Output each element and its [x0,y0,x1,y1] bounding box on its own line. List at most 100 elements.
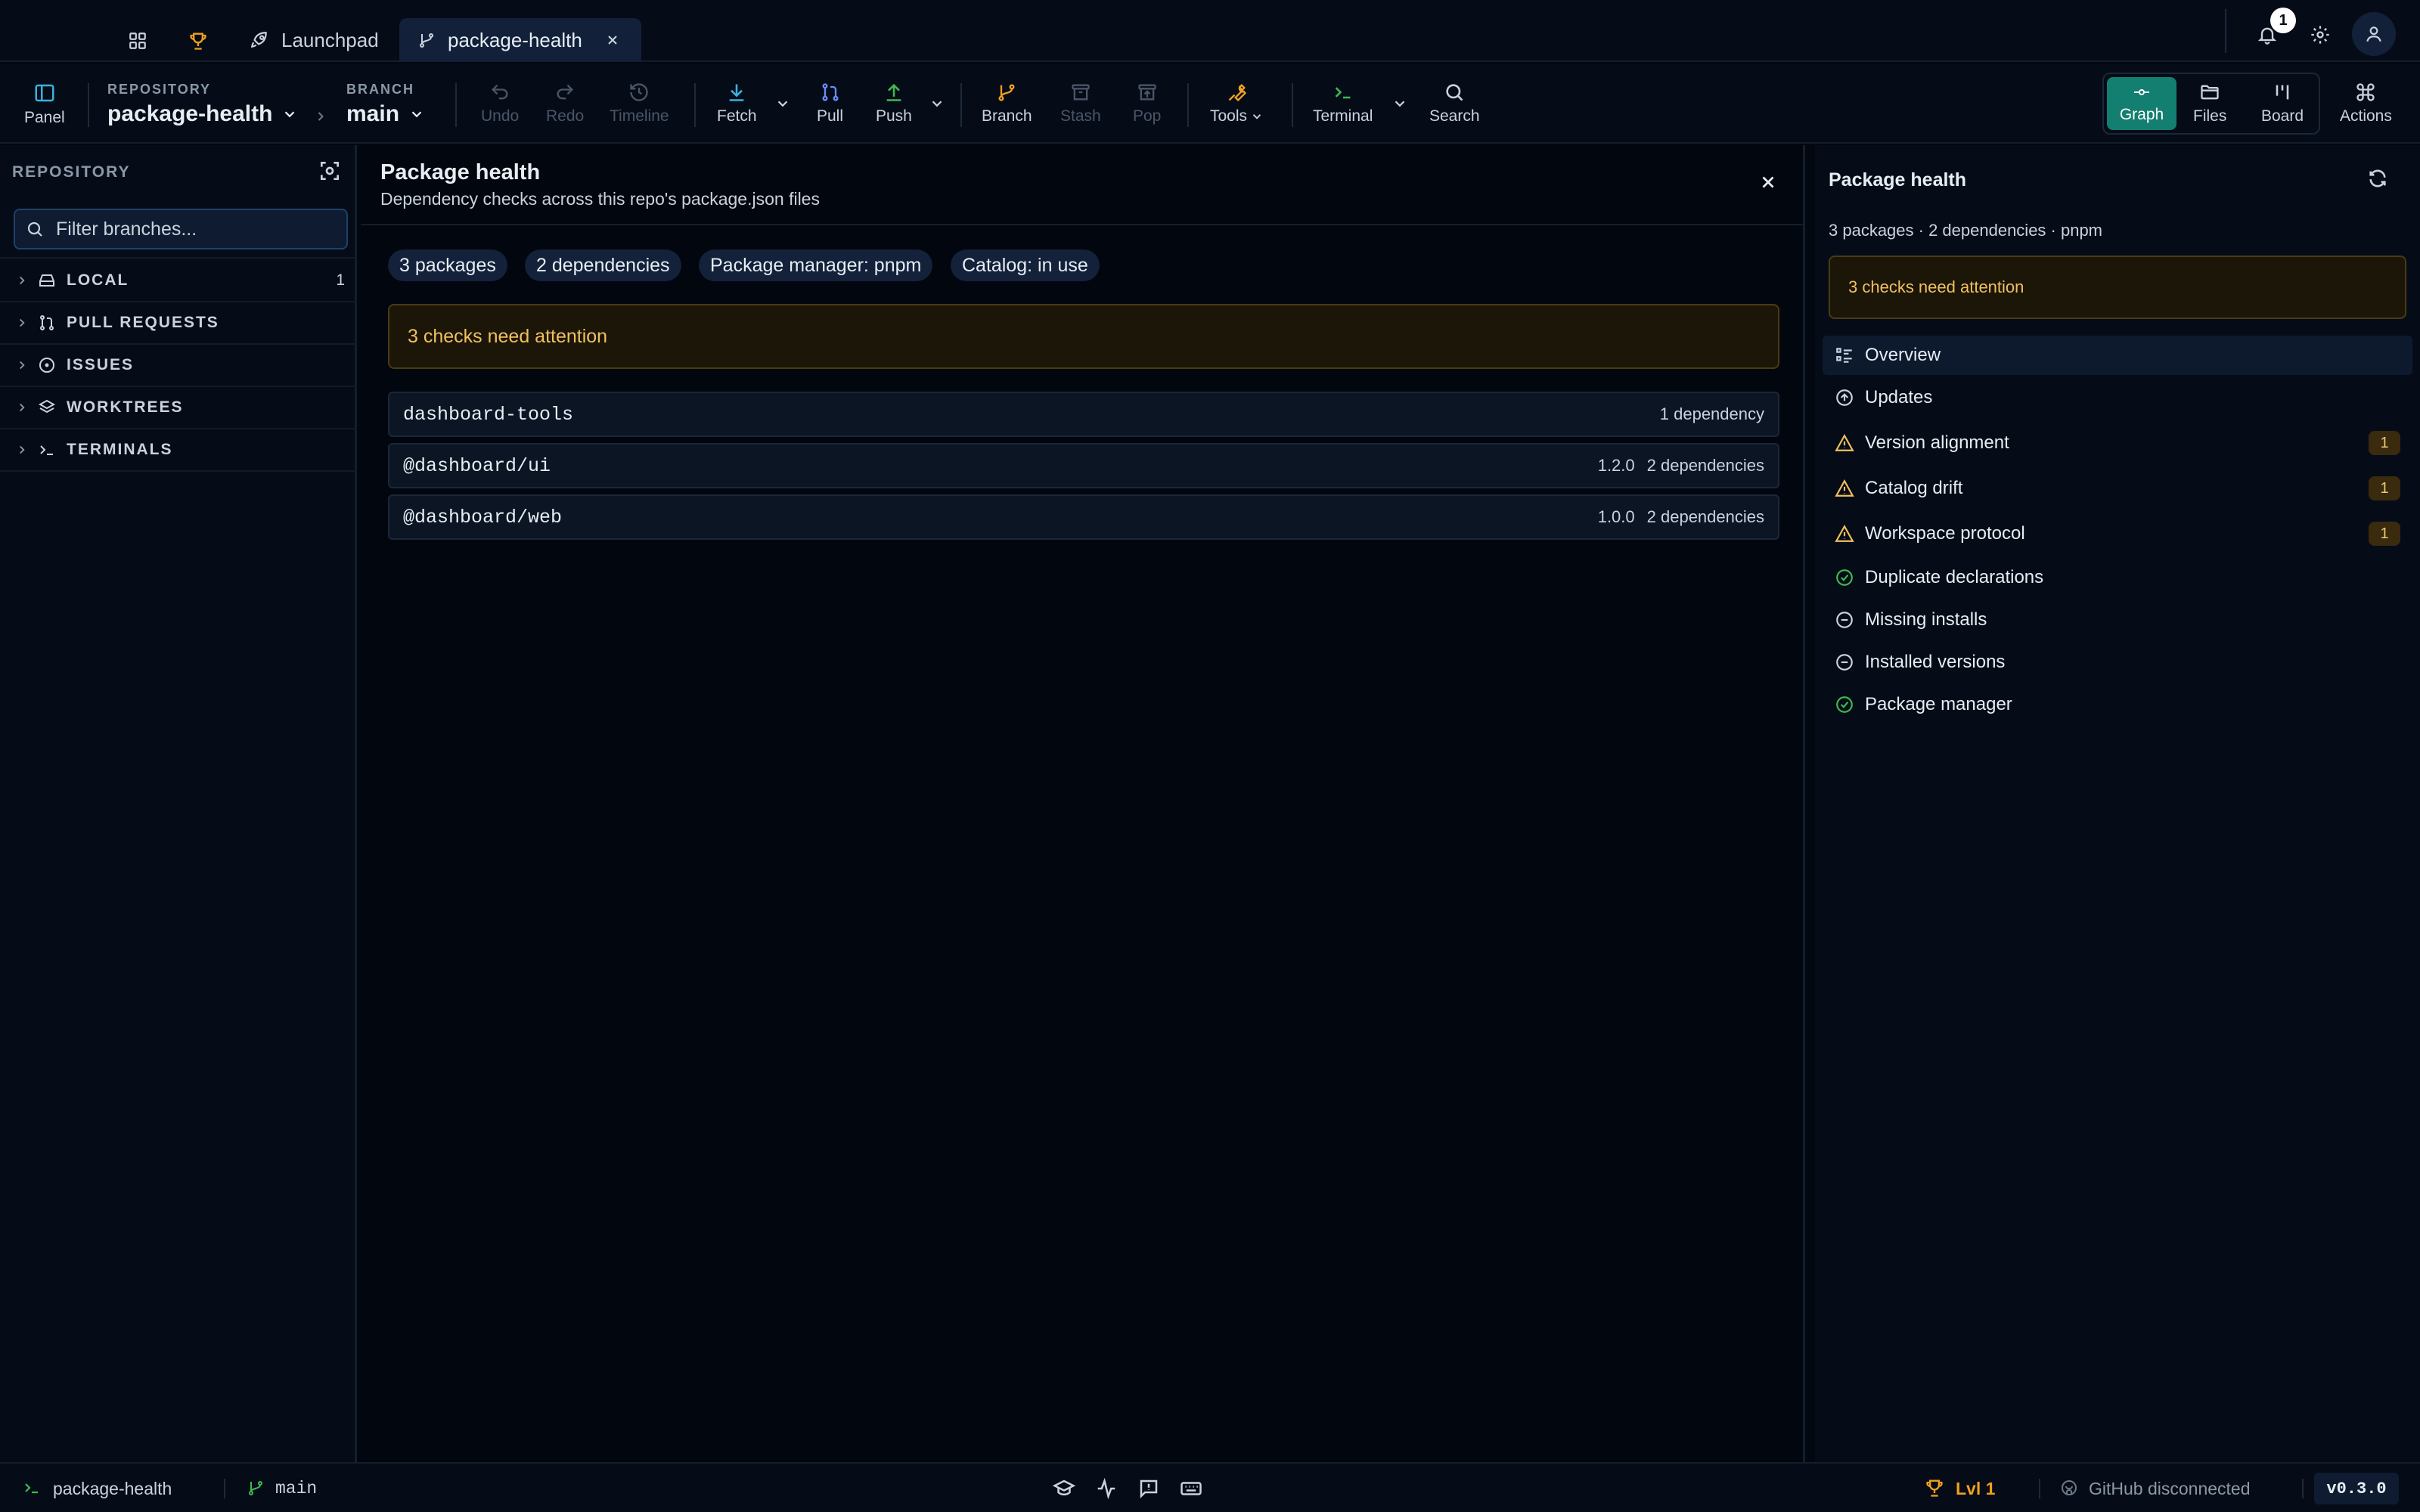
check-badge: 1 [2369,522,2400,546]
undo-icon [492,84,508,100]
timeline-button[interactable]: Timeline [610,82,669,125]
sidebar-item-pull-requests[interactable]: PULL REQUESTS [0,302,357,345]
bell-button[interactable]: 1 [2252,8,2296,50]
search-button[interactable]: Search [1429,82,1480,125]
sidebar-item-label: WORKTREES [67,398,184,416]
pull-button[interactable]: Pull [817,82,843,125]
sidebar-item-issues[interactable]: ISSUES [0,345,357,387]
feedback-icon[interactable] [1137,1477,1160,1500]
avatar[interactable] [2352,12,2396,56]
terminal-button[interactable]: Terminal [1313,82,1373,125]
check-label: Package manager [1865,694,2012,714]
header-divider [361,224,1805,225]
rocket-icon [250,32,267,48]
sidebar-item-count: 1 [336,271,345,289]
redo-button[interactable]: Redo [546,82,584,125]
push-button[interactable]: Push [876,82,912,125]
close-icon[interactable] [1758,172,1778,192]
sidebar-item-terminals[interactable]: TERMINALS [0,429,357,472]
package-version: 1.2.0 [1597,456,1635,475]
summary-chip: Catalog: in use [951,249,1100,281]
undo-button[interactable]: Undo [481,82,519,125]
pop-button[interactable]: Pop [1133,82,1161,125]
view-files-button[interactable]: Files [2193,82,2226,125]
tab-package-health[interactable]: package-health [399,18,641,62]
package-meta: 1 dependency [1648,404,1764,424]
right-panel: Package health 3 packages · 2 dependenci… [1815,145,2420,1462]
view-board-button[interactable]: Board [2261,82,2304,125]
toolbar-divider [1292,83,1293,127]
chevron-right-icon [20,403,25,412]
check-circle-icon [1836,569,1853,586]
package-row[interactable]: @dashboard/ui 1.2.0 2 dependencies [388,443,1779,488]
tools-button[interactable]: Tools [1210,82,1264,125]
trophy-icon [1926,1479,1943,1497]
toolbar: Panel REPOSITORY package-health BRANCH m… [0,64,2420,144]
close-icon[interactable] [605,33,620,48]
tab-launchpad[interactable]: Launchpad [231,18,397,62]
keyboard-icon[interactable] [1180,1477,1202,1500]
status-branch[interactable]: main [275,1479,317,1498]
warning-icon [1835,479,1854,497]
tab-label: Launchpad [281,28,379,51]
fetch-button[interactable]: Fetch [717,82,757,125]
package-meta: 1.2.0 2 dependencies [1598,456,1764,476]
chip-label: Catalog: in use [962,254,1088,276]
view-graph-button[interactable]: Graph [2107,77,2176,130]
refresh-icon[interactable] [2367,168,2388,189]
status-repo[interactable]: package-health [53,1479,172,1499]
check-item-version-alignment[interactable]: Version alignment 1 [1830,422,2405,464]
chevron-right-icon [20,445,25,454]
branch-button[interactable]: Branch [982,82,1032,125]
actions-button[interactable]: Actions [2340,82,2392,125]
branch-selector[interactable]: main [346,101,425,127]
terminal-icon [1335,87,1351,99]
minus-circle-icon [1836,654,1853,671]
package-row[interactable]: @dashboard/web 1.0.0 2 dependencies [388,494,1779,540]
stash-button[interactable]: Stash [1060,82,1101,125]
chevron-down-icon[interactable] [929,95,945,112]
activity-icon[interactable] [1095,1477,1118,1500]
check-item-updates[interactable]: Updates [1830,376,2405,419]
check-item-overview[interactable]: Overview [1830,334,2405,376]
actions-label: Actions [2340,107,2392,125]
check-item-duplicate-declarations[interactable]: Duplicate declarations [1830,556,2405,599]
chip-label: 2 dependencies [536,254,670,276]
warning-icon [1835,525,1854,542]
minus-circle-icon [1836,612,1853,628]
check-label: Updates [1865,387,1933,407]
chevron-down-icon[interactable] [774,95,791,112]
package-name: dashboard-tools [403,403,574,426]
check-item-missing-installs[interactable]: Missing installs [1830,599,2405,641]
sidebar-item-worktrees[interactable]: WORKTREES [0,387,357,429]
check-item-package-manager[interactable]: Package manager [1830,683,2405,726]
filter-placeholder: Filter branches... [56,218,197,240]
settings-button[interactable] [2305,20,2335,50]
warning-icon [1835,434,1854,451]
package-row[interactable]: dashboard-tools 1 dependency [388,392,1779,437]
branch-value: main [346,101,400,126]
status-level[interactable]: Lvl 1 [1956,1479,1995,1499]
sidebar-item-local[interactable]: LOCAL 1 [0,260,357,302]
chevron-right-icon [20,318,25,327]
panel-button[interactable]: Panel [24,82,65,127]
attention-alert: 3 checks need attention [388,304,1779,369]
check-item-installed-versions[interactable]: Installed versions [1830,641,2405,683]
grid-icon[interactable] [124,27,151,54]
repository-selector[interactable]: package-health [107,101,298,127]
history-icon [630,83,648,101]
package-name: @dashboard/web [403,506,563,528]
focus-icon[interactable] [318,159,342,183]
tab-label: package-health [448,28,582,51]
sidebar-item-label: PULL REQUESTS [67,314,219,331]
status-github[interactable]: GitHub disconnected [2089,1479,2251,1499]
arrow-up-circle-icon [1836,389,1853,406]
graduation-cap-icon[interactable] [1053,1477,1075,1500]
check-label: Missing installs [1865,609,1987,630]
trophy-icon[interactable] [185,27,212,54]
tabbar-divider [2225,9,2226,53]
chevron-down-icon[interactable] [1392,95,1408,112]
check-item-catalog-drift[interactable]: Catalog drift 1 [1830,467,2405,510]
check-item-workspace-protocol[interactable]: Workspace protocol 1 [1830,513,2405,555]
filter-branches-input[interactable]: Filter branches... [14,209,348,249]
